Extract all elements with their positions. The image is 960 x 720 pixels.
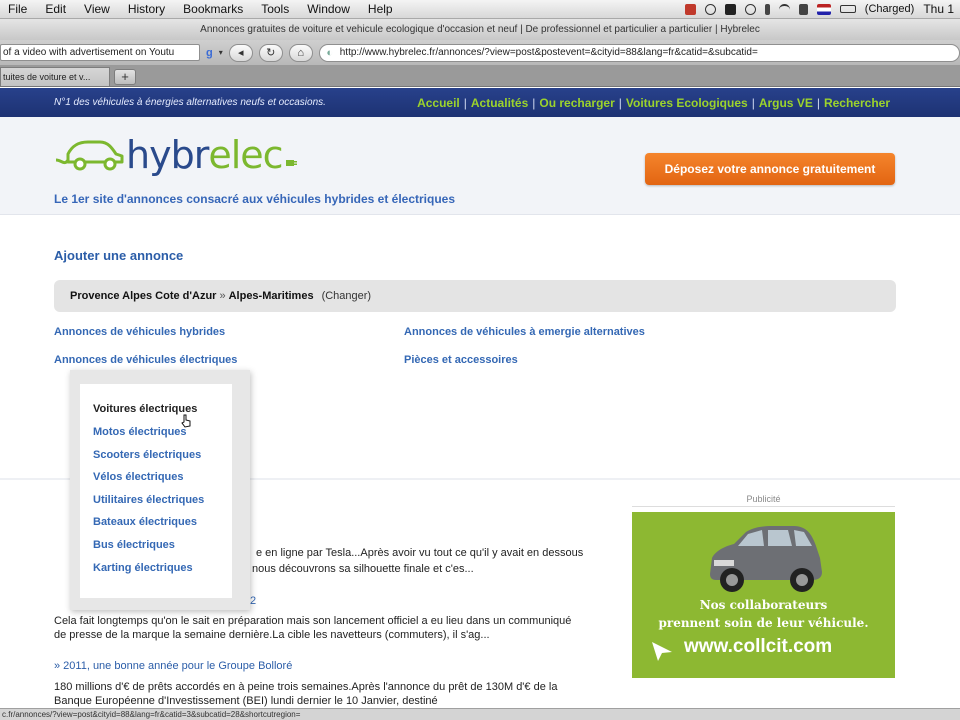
- post-ad-button[interactable]: Déposez votre annonce gratuitement: [645, 153, 895, 185]
- nav-link-accueil[interactable]: Accueil: [417, 96, 460, 110]
- car-plug-logo-icon: [55, 140, 124, 171]
- submenu-item-motos[interactable]: Motos électriques: [93, 426, 187, 438]
- search-dropdown-icon[interactable]: ▾: [219, 48, 223, 57]
- back-arrow-icon: ◂: [237, 46, 244, 59]
- submenu-item-scooters[interactable]: Scooters électriques: [93, 449, 201, 461]
- time-machine-icon[interactable]: [744, 3, 756, 15]
- site-header: hybr elec Le 1er site d'annonces consacré…: [0, 117, 960, 215]
- logo-text-elec: elec: [208, 133, 283, 177]
- submenu-item-velos[interactable]: Vélos électriques: [93, 471, 184, 483]
- browser-status-bar: c.fr/annonces/?view=post&cityid=88&lang=…: [0, 708, 960, 720]
- app-menu-icon[interactable]: [724, 3, 736, 15]
- nav-link-actualites[interactable]: Actualités: [471, 96, 528, 110]
- menu-edit[interactable]: Edit: [36, 2, 75, 16]
- reload-button[interactable]: ↻: [258, 43, 283, 62]
- url-bar[interactable]: ◐ http://www.hybrelec.fr/annonces/?view=…: [318, 43, 960, 62]
- nav-link-rechercher[interactable]: Rechercher: [824, 96, 890, 110]
- home-icon: ⌂: [297, 46, 305, 59]
- site-tagline: N°1 des véhicules à énergies alternative…: [54, 97, 326, 108]
- nav-separator: |: [532, 95, 536, 110]
- battery-icon[interactable]: [839, 5, 856, 13]
- submenu-item-bus[interactable]: Bus électriques: [93, 539, 175, 551]
- hand-cursor-icon: [181, 414, 191, 428]
- category-alternative-energy[interactable]: Annonces de véhicules à emergie alternat…: [404, 326, 645, 338]
- search-field[interactable]: of a video with advertisement on Youtu: [0, 44, 200, 61]
- bluetooth-icon[interactable]: [764, 3, 770, 15]
- menu-file[interactable]: File: [0, 2, 36, 16]
- site-slogan: Le 1er site d'annonces consacré aux véhi…: [54, 192, 456, 206]
- menu-window[interactable]: Window: [298, 2, 359, 16]
- article-excerpt: e en ligne par Tesla...Après avoir vu to…: [256, 547, 584, 559]
- battery-status: (Charged): [864, 3, 915, 15]
- flag-icon[interactable]: [816, 3, 831, 15]
- category-electric[interactable]: Annonces de véhicules électriques: [54, 354, 237, 366]
- new-tab-button[interactable]: +: [114, 69, 136, 85]
- ad-divider: [632, 506, 895, 507]
- nav-separator: |: [618, 95, 622, 110]
- plus-icon: +: [121, 69, 129, 84]
- article-excerpt: 180 millions d'€ de prêts accordés en à …: [54, 681, 558, 693]
- ad-headline: Nos collaborateurs: [699, 598, 828, 612]
- article-excerpt: nous découvrons sa silhouette finale et …: [252, 563, 474, 575]
- window-title: Annonces gratuites de voiture et vehicul…: [0, 19, 960, 40]
- back-button[interactable]: ◂: [228, 43, 253, 62]
- breadcrumb-separator: »: [219, 290, 226, 302]
- clock[interactable]: Thu 1: [923, 2, 954, 16]
- category-parts-accessories[interactable]: Pièces et accessoires: [404, 354, 518, 366]
- nav-separator: |: [463, 95, 467, 110]
- nav-separator: |: [816, 95, 820, 110]
- location-department: Alpes-Maritimes: [228, 290, 314, 302]
- ad-subheadline: prennent soin de leur véhicule.: [658, 616, 869, 630]
- article-excerpt: Cela fait longtemps qu'on le sait en pré…: [54, 615, 572, 627]
- category-hybrid[interactable]: Annonces de véhicules hybrides: [54, 326, 225, 338]
- submenu-item-bateaux[interactable]: Bateaux électriques: [93, 516, 197, 528]
- arrow-icon: [652, 642, 672, 661]
- electric-subcategory-menu: Voitures électriques Motos électriques S…: [70, 370, 250, 610]
- tab-hybrelec[interactable]: tuites de voiture et v...: [0, 67, 110, 86]
- menu-tools[interactable]: Tools: [252, 2, 298, 16]
- site-nav-links: Accueil | Actualités | Ou recharger | Vo…: [417, 96, 890, 110]
- advertisement-banner[interactable]: Nos collaborateurs prennent soin de leur…: [632, 512, 895, 678]
- ad-url: www.collcit.com: [684, 636, 833, 657]
- site-identity-icon[interactable]: ◐: [320, 47, 340, 59]
- location-region: Provence Alpes Cote d'Azur: [70, 290, 217, 302]
- nav-link-ou-recharger[interactable]: Ou recharger: [539, 96, 614, 110]
- app-status-icon[interactable]: [684, 3, 696, 15]
- url-text: http://www.hybrelec.fr/annonces/?view=po…: [339, 47, 758, 58]
- location-bar: Provence Alpes Cote d'Azur» Alpes-Maritim…: [54, 280, 896, 312]
- sync-icon[interactable]: [704, 3, 716, 15]
- site-nav-bar: N°1 des véhicules à énergies alternative…: [0, 88, 960, 117]
- tab-strip: tuites de voiture et v... +: [0, 65, 960, 87]
- page-title: Ajouter une annonce: [54, 248, 184, 263]
- submenu-item-karting[interactable]: Karting électriques: [93, 562, 193, 574]
- site-logo[interactable]: hybr elec: [54, 133, 297, 177]
- article-title[interactable]: » 2011, une bonne année pour le Groupe B…: [54, 660, 292, 672]
- browser-toolbar: of a video with advertisement on Youtu g…: [0, 40, 960, 65]
- menu-help[interactable]: Help: [359, 2, 402, 16]
- wifi-icon[interactable]: [778, 3, 790, 15]
- nav-link-voitures-ecologiques[interactable]: Voitures Ecologiques: [626, 96, 748, 110]
- submenu-item-utilitaires[interactable]: Utilitaires électriques: [93, 494, 204, 506]
- home-button[interactable]: ⌂: [288, 43, 313, 62]
- menu-history[interactable]: History: [119, 2, 174, 16]
- menu-view[interactable]: View: [75, 2, 119, 16]
- article-excerpt: Banque Européenne d'Investissement (BEI)…: [54, 695, 438, 707]
- plug-icon: [285, 160, 297, 166]
- nav-link-argus-ve[interactable]: Argus VE: [759, 96, 813, 110]
- menu-bookmarks[interactable]: Bookmarks: [174, 2, 252, 16]
- status-area: (Charged) Thu 1: [684, 2, 960, 16]
- ad-label: Publicité: [746, 494, 781, 504]
- menu-bar: File Edit View History Bookmarks Tools W…: [0, 0, 960, 19]
- logo-text-hybr: hybr: [126, 133, 209, 177]
- nav-separator: |: [751, 95, 755, 110]
- article-excerpt: de presse de la marque la semaine derniè…: [54, 629, 490, 641]
- google-icon[interactable]: g: [206, 47, 213, 59]
- article-title[interactable]: 2: [250, 595, 256, 607]
- volume-icon[interactable]: [798, 3, 808, 15]
- reload-icon: ↻: [266, 46, 276, 59]
- change-location-link[interactable]: (Changer): [322, 290, 372, 302]
- car-image: [710, 526, 822, 592]
